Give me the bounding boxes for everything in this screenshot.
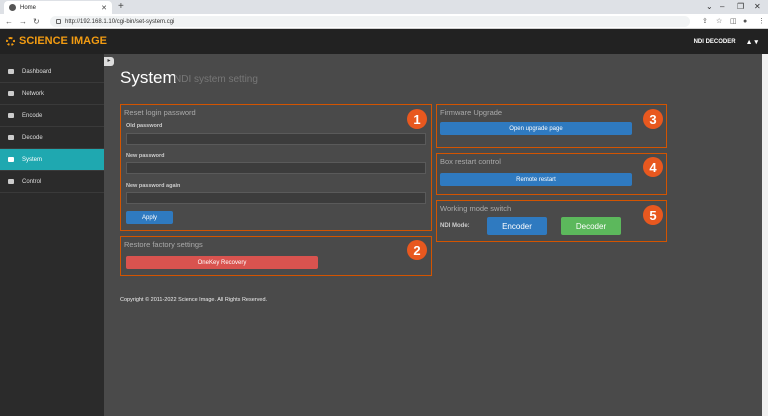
dashboard-icon [8,69,14,74]
profile-icon[interactable]: ● [743,16,747,27]
panel-title: Restore factory settings [124,240,203,249]
sidepanel-icon[interactable]: ◫ [730,16,737,27]
sidebar-item-label: Dashboard [22,68,52,75]
apply-button[interactable]: Apply [126,211,173,224]
sidebar: Dashboard Network Encode Decode System C… [0,54,104,416]
control-icon [8,179,14,184]
old-password-label: Old password [126,123,163,129]
tab-search-icon[interactable]: ⌄ [706,1,713,13]
sidebar-item-label: Encode [22,112,43,119]
step-badge-2: 2 [407,240,427,260]
browser-tabbar: Home ✕ + ⌄ – ❐ ✕ [0,0,768,14]
forward-icon[interactable]: → [19,16,27,27]
panel-title: Firmware Upgrade [440,108,503,117]
step-badge-4: 4 [643,157,663,177]
step-badge-1: 1 [407,109,427,129]
remote-restart-button[interactable]: Remote restart [440,173,632,186]
step-badge-5: 5 [643,205,663,225]
main-content: ▸ System NDI system setting Reset login … [104,54,768,416]
encoder-button[interactable]: Encoder [487,217,547,235]
site-info-icon[interactable] [56,19,61,24]
ndi-mode-label: NDI Mode: [440,223,470,229]
url-text: http://192.168.1.10/cgi-bin/set-system.c… [65,18,175,25]
close-window-button[interactable]: ✕ [754,1,761,13]
minimize-button[interactable]: – [720,1,724,13]
sidebar-item-label: System [22,156,43,163]
old-password-input[interactable] [126,133,426,145]
gear-icon [6,36,15,46]
page-title: System [120,68,177,87]
header-right-nav: NDI DECODER ▲ ▾ [694,38,758,46]
open-upgrade-page-button[interactable]: Open upgrade page [440,122,632,135]
page-subtitle: NDI system setting [174,74,258,85]
reload-icon[interactable]: ↻ [33,16,40,27]
onekey-recovery-button[interactable]: OneKey Recovery [126,256,318,269]
favicon-icon [9,4,16,11]
sidebar-item-label: Decode [22,134,43,141]
brand-name: SCIENCE IMAGE [19,35,108,47]
panel-title: Working mode switch [440,204,512,213]
sidebar-item-system[interactable]: System [0,149,104,171]
box-restart-panel: Box restart control Remote restart 4 [436,153,667,195]
app-header: SCIENCE IMAGE NDI DECODER ▲ ▾ [0,29,768,54]
device-name: NDI DECODER [693,39,736,45]
sidebar-item-dashboard[interactable]: Dashboard [0,61,104,83]
sidebar-item-decode[interactable]: Decode [0,127,104,149]
firmware-upgrade-panel: Firmware Upgrade Open upgrade page 3 [436,104,667,148]
step-badge-3: 3 [643,109,663,129]
browser-tab[interactable]: Home ✕ [4,1,112,14]
user-menu-icon[interactable]: ▲ ▾ [746,38,758,46]
sidebar-item-encode[interactable]: Encode [0,105,104,127]
encode-icon [8,113,14,118]
back-icon[interactable]: ← [5,16,13,27]
tab-title: Home [20,4,37,11]
working-mode-panel: Working mode switch NDI Mode: Encoder De… [436,200,667,242]
sidebar-toggle-button[interactable]: ▸ [104,57,114,66]
new-password-again-label: New password again [126,183,181,189]
copyright-text: Copyright © 2011-2022 Science Image. All… [120,297,268,303]
new-password-input[interactable] [126,162,426,174]
decoder-button[interactable]: Decoder [561,217,621,235]
factory-reset-panel: Restore factory settings OneKey Recovery… [120,236,432,276]
close-tab-icon[interactable]: ✕ [101,4,107,12]
bookmark-star-icon[interactable]: ☆ [716,16,722,27]
decode-icon [8,135,14,140]
new-password-label: New password [126,153,165,159]
menu-icon[interactable]: ⋮ [758,16,765,27]
address-bar[interactable]: http://192.168.1.10/cgi-bin/set-system.c… [50,16,690,27]
sidebar-item-control[interactable]: Control [0,171,104,193]
sidebar-item-label: Network [22,90,45,97]
browser-toolbar: ← → ↻ http://192.168.1.10/cgi-bin/set-sy… [0,14,768,29]
brand-logo[interactable]: SCIENCE IMAGE [6,35,107,47]
sidebar-item-label: Control [22,178,42,185]
new-tab-button[interactable]: + [118,1,124,13]
new-password-again-input[interactable] [126,192,426,204]
network-icon [8,91,14,96]
reset-password-panel: Reset login password Old password New pa… [120,104,432,231]
share-icon[interactable]: ⇪ [702,16,708,27]
scrollbar[interactable] [762,54,768,416]
panel-title: Reset login password [124,108,196,117]
system-icon [8,157,14,162]
sidebar-item-network[interactable]: Network [0,83,104,105]
maximize-button[interactable]: ❐ [737,1,744,13]
panel-title: Box restart control [440,157,501,166]
